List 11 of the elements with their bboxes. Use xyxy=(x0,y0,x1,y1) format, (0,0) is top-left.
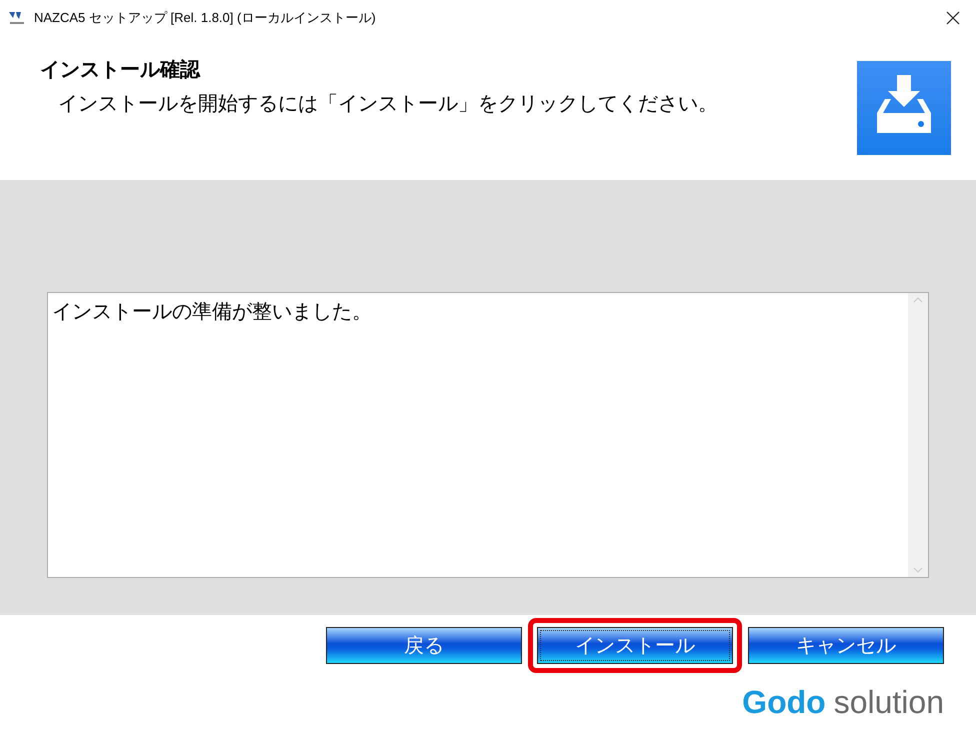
close-icon xyxy=(946,10,960,24)
dialog-button[interactable]: インストール xyxy=(537,627,733,664)
app-icon xyxy=(8,10,26,26)
dialog-button[interactable]: キャンセル xyxy=(748,627,944,664)
message-text: インストールの準備が整いました。 xyxy=(52,301,372,323)
header-title: インストール確認 xyxy=(40,58,202,83)
company-logo: Godo solution xyxy=(742,683,944,722)
header-subtitle: インストールを開始するには「インストール」をクリックしてください。 xyxy=(58,92,719,117)
window-title: NAZCA5 セットアップ [Rel. 1.8.0] (ローカルインストール) xyxy=(34,8,376,27)
download-drive-icon xyxy=(857,61,951,155)
dialog-button[interactable]: 戻る xyxy=(326,627,522,664)
